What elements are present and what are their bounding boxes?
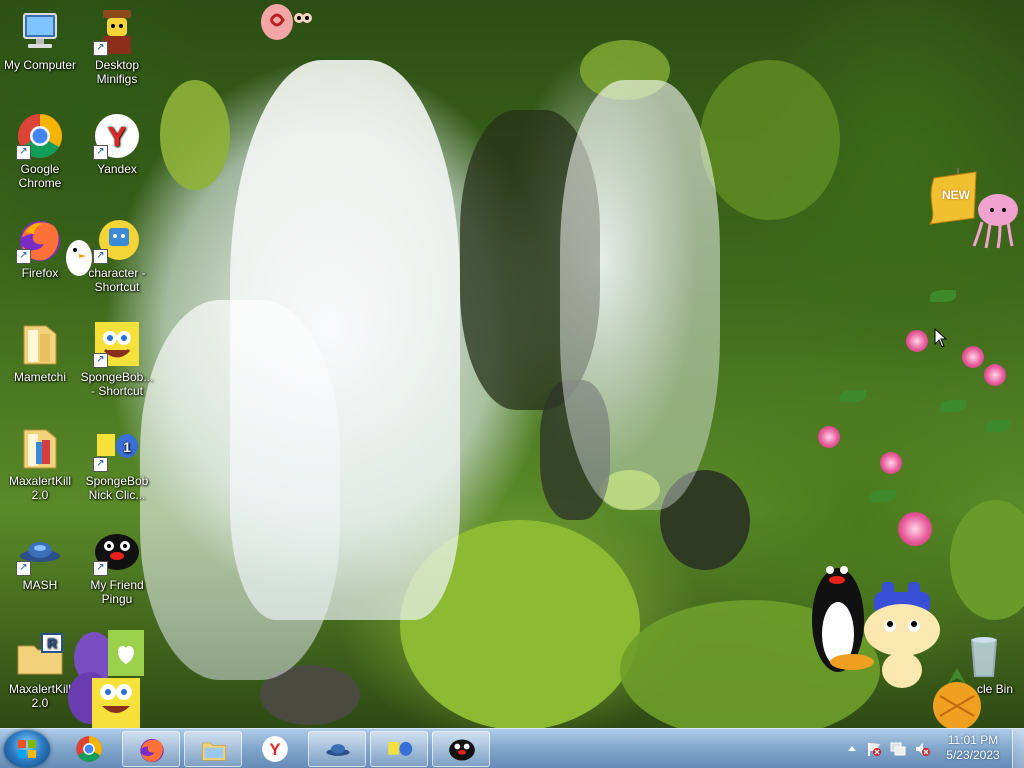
taskbar[interactable]: Y 11:01 PM 5/23/2023 — [0, 728, 1024, 768]
icon-label: SpongeBob... - Shortcut — [80, 370, 154, 398]
pink-flower — [898, 512, 932, 546]
clock-date: 5/23/2023 — [946, 748, 1000, 762]
icon-label: Mametchi — [13, 370, 66, 384]
taskbar-firefox[interactable] — [122, 731, 180, 767]
show-hidden-icons-icon[interactable] — [844, 741, 860, 757]
folder-icon — [16, 320, 64, 368]
spongebob-character[interactable] — [88, 676, 144, 728]
pingu-icon — [449, 739, 475, 761]
taskbar-spongebob-nick[interactable] — [370, 731, 428, 767]
leaf — [940, 400, 966, 412]
desktop-icon-my-friend-pingu[interactable]: ↗ My Friend Pingu — [77, 528, 157, 606]
svg-text:Y: Y — [270, 741, 281, 759]
shortcut-arrow-icon: ↗ — [16, 561, 31, 576]
desktop-icon-maxalertkill-folder[interactable]: MaxalertKill 2.0 — [0, 424, 80, 502]
leaf — [840, 390, 866, 402]
moss-rock — [160, 80, 230, 190]
icon-label: Google Chrome — [18, 162, 62, 190]
shortcut-arrow-icon: ↗ — [93, 41, 108, 56]
icon-label: SpongeBob Nick Clic... — [85, 474, 149, 502]
computer-icon — [16, 8, 64, 56]
desktop-icon-mametchi-folder[interactable]: Mametchi — [0, 320, 80, 384]
taskbar-pingu[interactable] — [432, 731, 490, 767]
yandex-icon: Y — [262, 736, 288, 762]
svg-text:R: R — [47, 635, 57, 651]
pink-flower — [962, 346, 984, 368]
spongebob-nick-icon: 1 ↗ — [93, 424, 141, 472]
firefox-icon: ↗ — [16, 216, 64, 264]
shortcut-arrow-icon: ↗ — [93, 457, 108, 472]
mash-hat-icon — [326, 744, 350, 756]
mash-hat-icon: ↗ — [16, 528, 64, 576]
svg-text:Y: Y — [108, 121, 127, 152]
svg-text:1: 1 — [123, 439, 131, 455]
white-duck-character[interactable] — [64, 228, 94, 278]
moss-rock — [950, 500, 1024, 620]
desktop-icon-desktop-minifigs[interactable]: ↗ Desktop Minifigs — [77, 8, 157, 86]
lego-minifig-icon: ↗ — [93, 8, 141, 56]
taskbar-mash[interactable] — [308, 731, 366, 767]
shortcut-arrow-icon: ↗ — [16, 145, 31, 160]
icon-label: MASH — [22, 578, 58, 592]
icon-label: MaxalertKill 2.0 — [8, 474, 71, 502]
waterfall — [140, 300, 340, 680]
folder-icon: R — [16, 632, 64, 680]
pink-flower — [984, 364, 1006, 386]
pink-flower — [880, 452, 902, 474]
shortcut-arrow-icon: ↗ — [93, 145, 108, 160]
desktop-icon-mash[interactable]: ↗ MASH — [0, 528, 80, 592]
desktop-icon-yandex[interactable]: Y ↗ Yandex — [77, 112, 157, 176]
pingu-icon: ↗ — [93, 528, 141, 576]
pink-flower — [818, 426, 840, 448]
network-icon[interactable] — [890, 741, 906, 757]
show-desktop-button[interactable] — [1012, 729, 1024, 768]
icon-label: Desktop Minifigs — [94, 58, 140, 86]
clock-time: 11:01 PM — [947, 733, 999, 747]
character-icon: ↗ — [93, 216, 141, 264]
leaf — [985, 420, 1011, 432]
volume-muted-icon[interactable] — [914, 741, 930, 757]
folder-icon — [16, 424, 64, 472]
action-center-flag-icon[interactable] — [866, 741, 882, 757]
icon-label: Yandex — [97, 162, 137, 176]
spongebob-nick-icon — [388, 741, 413, 756]
icon-label: My Friend Pingu — [90, 578, 144, 606]
shortcut-arrow-icon: ↗ — [16, 249, 31, 264]
pink-snail-character[interactable] — [255, 0, 315, 44]
leaf — [930, 290, 956, 302]
pink-flower — [906, 330, 928, 352]
start-button[interactable] — [4, 730, 50, 768]
icon-label: My Computer — [3, 58, 77, 72]
shortcut-arrow-icon: ↗ — [93, 249, 108, 264]
chrome-icon — [76, 736, 102, 762]
shortcut-arrow-icon: ↗ — [93, 561, 108, 576]
pineapple-house[interactable] — [930, 668, 984, 730]
system-clock[interactable]: 11:01 PM 5/23/2023 — [934, 733, 1012, 763]
spongebob-icon: ↗ — [93, 320, 141, 368]
shortcut-arrow-icon: ↗ — [93, 353, 108, 368]
leaf — [870, 490, 896, 502]
taskbar-yandex[interactable]: Y — [246, 731, 304, 767]
firefox-icon — [140, 738, 164, 763]
new-sign-text: NEW — [942, 188, 970, 202]
taskbar-chrome[interactable] — [60, 731, 118, 767]
folder-icon — [202, 742, 226, 761]
pink-jellyfish-character[interactable] — [970, 190, 1020, 250]
green-app-icon[interactable] — [108, 630, 144, 676]
mouse-cursor-icon — [934, 327, 948, 348]
desktop-icon-spongebob-nick[interactable]: 1 ↗ SpongeBob Nick Clic... — [77, 424, 157, 502]
yandex-icon: Y ↗ — [93, 112, 141, 160]
desktop-icon-spongebob-shortcut[interactable]: ↗ SpongeBob... - Shortcut — [77, 320, 157, 398]
desktop-icon-my-computer[interactable]: My Computer — [0, 8, 80, 72]
taskbar-explorer[interactable] — [184, 731, 242, 767]
windows-logo-icon — [18, 740, 36, 758]
desktop-icon-google-chrome[interactable]: ↗ Google Chrome — [0, 112, 80, 190]
chrome-icon: ↗ — [16, 112, 64, 160]
moss-rock — [700, 60, 840, 220]
waterfall — [560, 80, 720, 510]
